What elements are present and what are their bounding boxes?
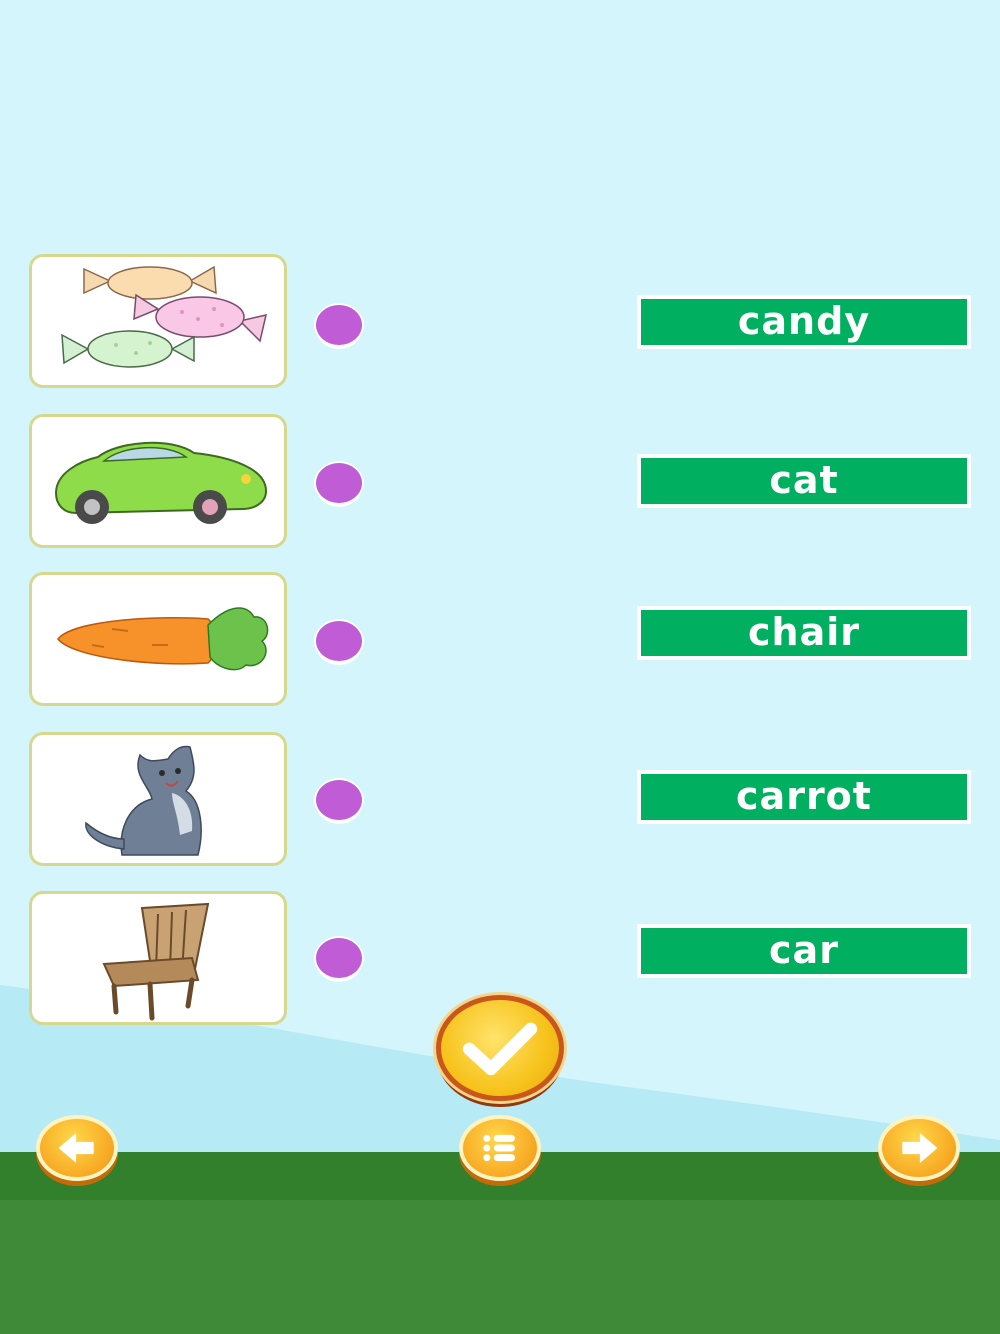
match-dot-4[interactable] (316, 780, 362, 820)
chair-icon (102, 902, 210, 1021)
match-dot-3[interactable] (316, 621, 362, 661)
list-icon (483, 1134, 515, 1162)
arrow-right-icon (902, 1133, 938, 1163)
next-button[interactable] (878, 1115, 960, 1181)
car-icon (54, 441, 268, 524)
picture-card-cat[interactable] (29, 732, 287, 866)
word-label-4[interactable]: carrot (637, 770, 971, 824)
cat-icon (85, 745, 202, 856)
picture-card-car[interactable] (29, 414, 287, 548)
back-button[interactable] (36, 1115, 118, 1181)
match-dot-2[interactable] (316, 463, 362, 503)
candy-icon (61, 265, 268, 368)
check-icon (462, 1022, 538, 1076)
picture-card-chair[interactable] (29, 891, 287, 1025)
word-label-2[interactable]: cat (637, 454, 971, 508)
arrow-left-icon (58, 1133, 94, 1163)
picture-card-candy[interactable] (29, 254, 287, 388)
match-dot-1[interactable] (316, 305, 362, 345)
carrot-icon (57, 607, 269, 671)
menu-button[interactable] (459, 1115, 541, 1181)
word-label-3[interactable]: chair (637, 606, 971, 660)
picture-card-carrot[interactable] (29, 572, 287, 706)
check-answer-button[interactable] (436, 995, 564, 1101)
match-dot-5[interactable] (316, 938, 362, 978)
word-label-5[interactable]: car (637, 924, 971, 978)
word-label-1[interactable]: candy (637, 295, 971, 349)
